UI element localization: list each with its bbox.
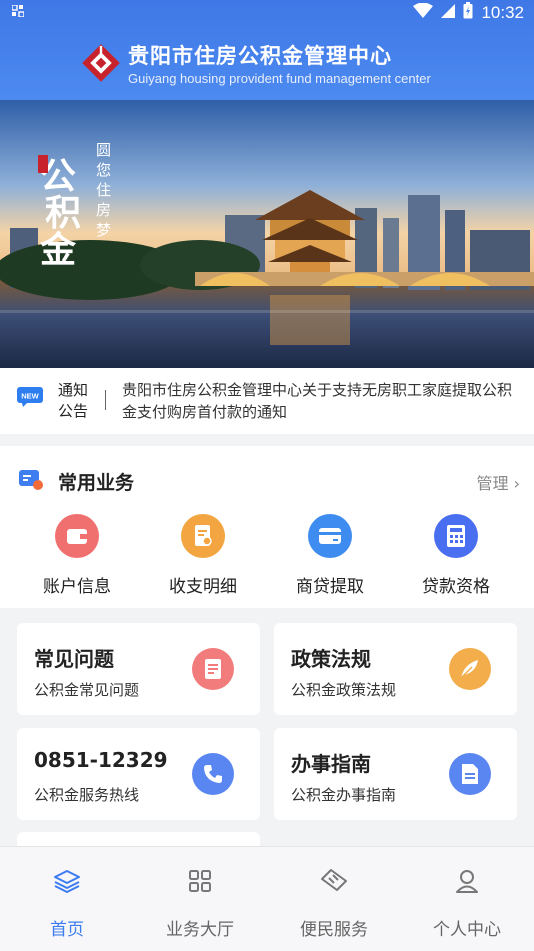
header-title: 贵阳市住房公积金管理中心: [128, 44, 392, 68]
manage-link[interactable]: 管理 ›: [476, 470, 520, 494]
feather-icon: [449, 648, 491, 690]
banner-image[interactable]: 公 积 金 圆 您 住 房 梦: [0, 100, 534, 368]
card-title: 政策法规: [291, 647, 371, 671]
header-subtitle: Guiyang housing provident fund managemen…: [128, 71, 431, 86]
tab-label: 个人中心: [433, 920, 501, 940]
divider: [105, 390, 106, 410]
card-icon: [308, 514, 352, 558]
wifi-icon: [413, 2, 434, 23]
bottom-tab-bar: 首页 业务大厅 便民服务 个人中心: [0, 846, 534, 951]
card-guide[interactable]: 办事指南 公积金办事指南: [274, 728, 517, 820]
svg-text:积: 积: [45, 192, 81, 234]
service-commercial-loan[interactable]: 商贷提取: [270, 514, 390, 597]
logo-icon: [82, 44, 120, 82]
chevron-right-icon: ›: [513, 474, 520, 493]
tab-business-hall[interactable]: 业务大厅: [133, 867, 267, 940]
service-label: 收支明细: [169, 577, 237, 597]
app-header: 10:32 贵阳市住房公积金管理中心 Guiyang housing provi…: [0, 0, 534, 100]
card-partial: [17, 832, 260, 846]
section-title: 常用业务: [58, 472, 135, 494]
svg-text:房: 房: [96, 201, 111, 219]
phone-icon: [192, 753, 234, 795]
tab-personal[interactable]: 个人中心: [400, 867, 534, 940]
services-icon: [19, 470, 43, 490]
brand: 贵阳市住房公积金管理中心 Guiyang housing provident f…: [82, 40, 431, 86]
card-faq[interactable]: 常见问题 公积金常见问题: [17, 623, 260, 715]
tab-label: 便民服务: [300, 920, 368, 940]
svg-text:住: 住: [96, 181, 111, 199]
layers-icon: [54, 870, 80, 893]
common-services-panel: 常用业务 管理 › 账户信息 收支明细 商贷提取 贷款资格: [0, 446, 534, 608]
service-account-info[interactable]: 账户信息: [17, 514, 137, 597]
card-policy[interactable]: 政策法规 公积金政策法规: [274, 623, 517, 715]
service-loan-eligibility[interactable]: 贷款资格: [396, 514, 516, 597]
person-icon: [456, 870, 478, 893]
notice-tag-line2: 公告: [58, 402, 89, 420]
calculator-icon: [434, 514, 478, 558]
new-icon: NEW: [17, 387, 43, 407]
service-label: 贷款资格: [422, 577, 490, 597]
grid-icon: [189, 870, 211, 892]
card-hotline[interactable]: 0851-12329 公积金服务热线: [17, 728, 260, 820]
notice-text[interactable]: 贵阳市住房公积金管理中心关于支持无房职工家庭提取公积金支付购房首付款的通知: [122, 379, 518, 423]
card-title: 0851-12329: [34, 748, 168, 772]
service-label: 账户信息: [43, 577, 111, 597]
qr-icon: [11, 4, 25, 21]
svg-text:NEW: NEW: [21, 392, 39, 401]
svg-text:金: 金: [39, 229, 77, 271]
guide-icon: [449, 753, 491, 795]
banner-illustration: 公 积 金 圆 您 住 房 梦: [0, 100, 534, 368]
notice-tag: 通知 公告: [58, 380, 92, 422]
tab-label: 业务大厅: [166, 920, 234, 940]
tab-convenience[interactable]: 便民服务: [267, 867, 401, 940]
card-title: 办事指南: [291, 752, 371, 776]
faq-icon: [192, 648, 234, 690]
handshake-icon: [321, 869, 347, 891]
service-income-detail[interactable]: 收支明细: [143, 514, 263, 597]
card-subtitle: 公积金常见问题: [34, 681, 140, 699]
svg-text:您: 您: [96, 161, 111, 179]
service-label: 商贷提取: [296, 577, 364, 597]
document-icon: [181, 514, 225, 558]
card-subtitle: 公积金政策法规: [291, 681, 397, 699]
card-title: 常见问题: [34, 647, 114, 671]
status-time: 10:32: [481, 2, 524, 22]
notice-tag-line1: 通知: [58, 381, 89, 399]
svg-text:梦: 梦: [96, 221, 111, 239]
svg-text:圆: 圆: [96, 141, 111, 159]
tab-home[interactable]: 首页: [0, 867, 134, 940]
battery-icon: [463, 2, 473, 23]
notice-bar[interactable]: NEW 通知 公告 贵阳市住房公积金管理中心关于支持无房职工家庭提取公积金支付购…: [0, 368, 534, 434]
tab-label: 首页: [50, 920, 84, 940]
manage-label: 管理: [476, 474, 509, 493]
card-subtitle: 公积金服务热线: [34, 786, 140, 804]
wallet-icon: [55, 514, 99, 558]
signal-icon: [441, 3, 456, 23]
card-subtitle: 公积金办事指南: [291, 786, 397, 804]
status-bar: 10:32: [0, 0, 534, 28]
